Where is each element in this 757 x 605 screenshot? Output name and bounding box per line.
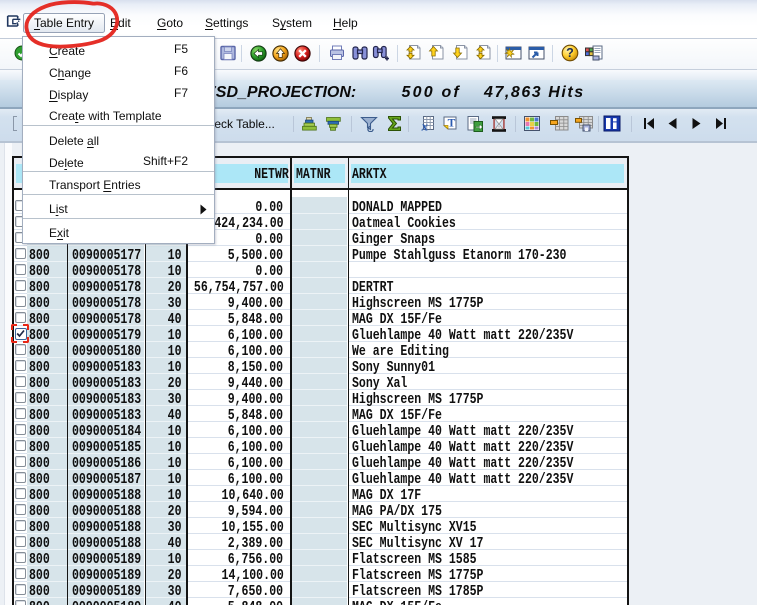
svg-text:?: ? xyxy=(566,46,574,60)
svg-text:x: x xyxy=(421,119,429,133)
svg-text:T: T xyxy=(447,118,455,130)
